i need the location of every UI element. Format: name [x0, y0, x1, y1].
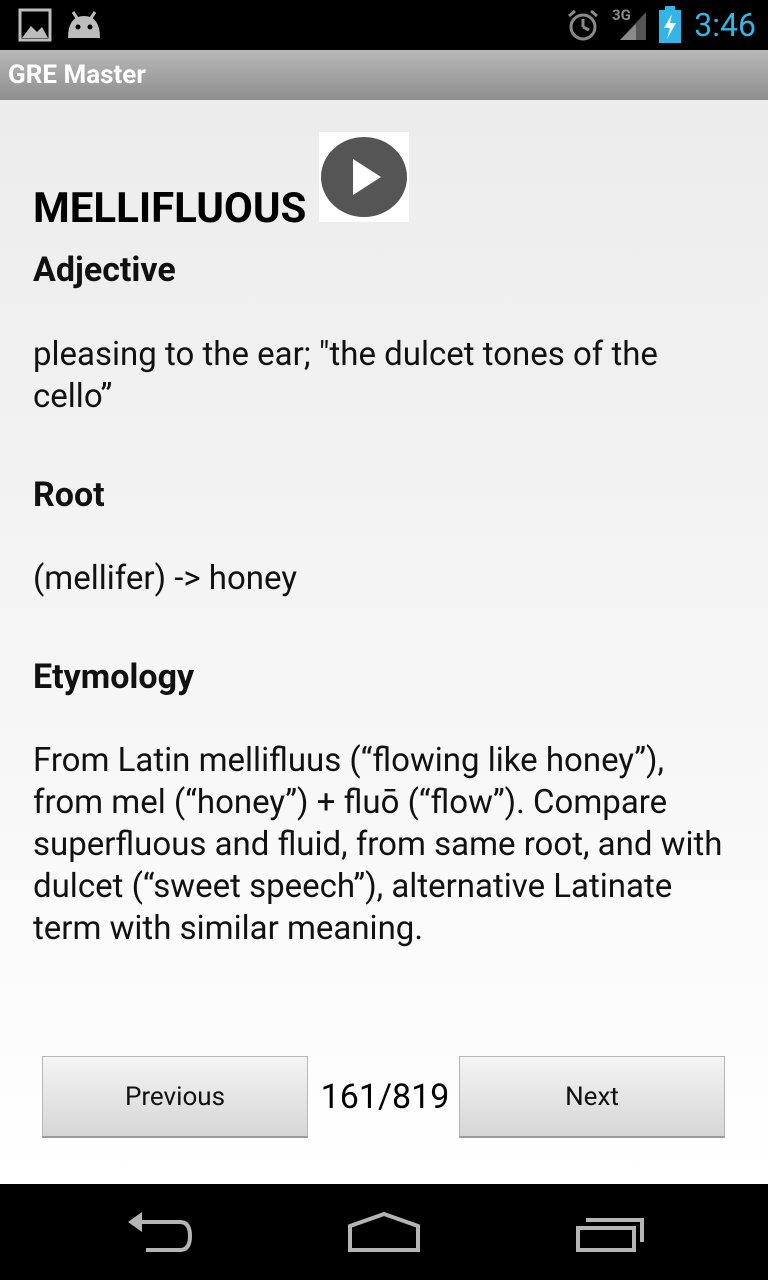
back-icon[interactable] [122, 1202, 198, 1262]
home-icon[interactable] [344, 1202, 424, 1262]
etymology-text: From Latin mellifluus (“flowing like hon… [33, 741, 723, 948]
battery-charging-icon [659, 6, 681, 43]
play-icon [321, 137, 407, 217]
navigation-bar [0, 1184, 768, 1280]
word-title: MELLIFLUOUS [33, 184, 307, 233]
card-counter: 161/819 [320, 1077, 450, 1117]
part-of-speech: Adjective [33, 250, 176, 290]
root-heading: Root [33, 475, 105, 515]
status-bar: 3G 3:46 [0, 0, 768, 50]
recent-apps-icon[interactable] [572, 1202, 648, 1262]
gallery-icon [18, 8, 52, 42]
definition-text: pleasing to the ear; "the dulcet tones o… [33, 335, 658, 416]
play-pronunciation-button[interactable] [319, 132, 409, 222]
etymology-heading: Etymology [33, 657, 195, 697]
word-card: MELLIFLUOUS Adjective pleasing to the ea… [0, 100, 768, 1184]
action-bar: GRE Master [0, 50, 768, 100]
app-title: GRE Master [8, 60, 146, 90]
alarm-icon [568, 9, 598, 41]
next-button[interactable]: Next [459, 1056, 725, 1138]
android-icon [68, 11, 100, 38]
previous-button[interactable]: Previous [42, 1056, 308, 1138]
clock: 3:46 [694, 6, 756, 44]
root-text: (mellifer) -> honey [33, 559, 297, 598]
signal-icon [620, 12, 646, 40]
